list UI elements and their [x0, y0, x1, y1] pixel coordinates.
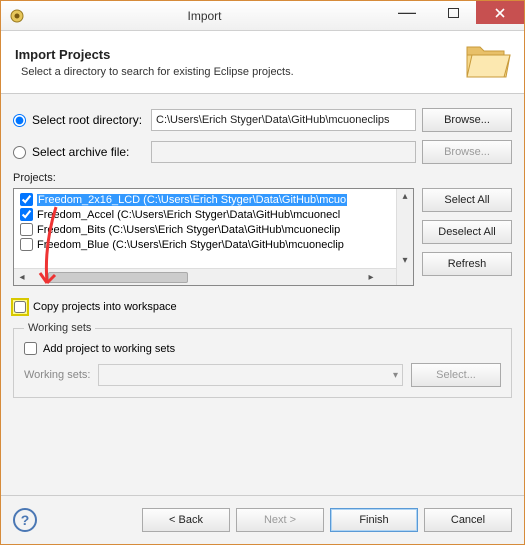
list-item-label: Freedom_Blue (C:\Users\Erich Styger\Data… — [37, 239, 344, 251]
working-sets-combo-label: Working sets: — [24, 369, 90, 381]
page-title: Import Projects — [15, 47, 464, 62]
deselect-all-button[interactable]: Deselect All — [422, 220, 512, 244]
projects-listbox[interactable]: Freedom_2x16_LCD (C:\Users\Erich Styger\… — [13, 188, 414, 286]
list-item-checkbox[interactable] — [20, 193, 33, 206]
projects-label: Projects: — [13, 172, 512, 184]
add-to-working-sets-checkbox[interactable] — [24, 342, 37, 355]
list-item[interactable]: Freedom_Bits (C:\Users\Erich Styger\Data… — [14, 222, 413, 237]
list-item[interactable]: Freedom_Blue (C:\Users\Erich Styger\Data… — [14, 237, 413, 252]
list-item[interactable]: Freedom_Accel (C:\Users\Erich Styger\Dat… — [14, 207, 413, 222]
select-all-button[interactable]: Select All — [422, 188, 512, 212]
copy-projects-label: Copy projects into workspace — [33, 301, 177, 313]
browse-archive-button: Browse... — [422, 140, 512, 164]
root-directory-radio[interactable]: Select root directory: — [13, 113, 145, 127]
list-item-label: Freedom_Bits (C:\Users\Erich Styger\Data… — [37, 224, 340, 236]
window-title: Import — [25, 9, 384, 23]
scroll-down-icon[interactable]: ▾ — [397, 253, 413, 268]
browse-root-button[interactable]: Browse... — [422, 108, 512, 132]
list-item-checkbox[interactable] — [20, 208, 33, 221]
scroll-thumb[interactable] — [48, 272, 188, 283]
scroll-up-icon[interactable]: ▴ — [397, 189, 413, 204]
archive-file-field — [151, 141, 416, 163]
chevron-down-icon: ▾ — [393, 370, 398, 381]
refresh-button[interactable]: Refresh — [422, 252, 512, 276]
content-area: Select root directory: Browse... Select … — [1, 94, 524, 495]
select-working-sets-button: Select... — [411, 363, 501, 387]
maximize-button[interactable] — [430, 1, 476, 24]
working-sets-legend: Working sets — [24, 322, 95, 334]
add-to-working-sets-label: Add project to working sets — [43, 343, 175, 355]
cancel-button[interactable]: Cancel — [424, 508, 512, 532]
archive-file-radio[interactable]: Select archive file: — [13, 145, 145, 159]
scroll-right-icon[interactable]: ▸ — [363, 270, 379, 285]
help-button[interactable]: ? — [13, 508, 37, 532]
wizard-header: Import Projects Select a directory to se… — [1, 31, 524, 94]
back-button[interactable]: < Back — [142, 508, 230, 532]
close-button[interactable] — [476, 1, 524, 24]
working-sets-combo: ▾ — [98, 364, 403, 386]
page-subtitle: Select a directory to search for existin… — [21, 66, 464, 78]
list-item[interactable]: Freedom_2x16_LCD (C:\Users\Erich Styger\… — [14, 192, 413, 207]
title-bar: Import — — [1, 1, 524, 31]
next-button: Next > — [236, 508, 324, 532]
scrollbar-vertical[interactable]: ▴ ▾ — [396, 189, 413, 285]
minimize-button[interactable]: — — [384, 1, 430, 24]
list-item-label: Freedom_2x16_LCD (C:\Users\Erich Styger\… — [37, 194, 347, 206]
copy-projects-checkbox[interactable] — [13, 300, 27, 314]
root-directory-field[interactable] — [151, 109, 416, 131]
scroll-left-icon[interactable]: ◂ — [14, 270, 30, 285]
wizard-footer: ? < Back Next > Finish Cancel — [1, 495, 524, 544]
app-icon — [9, 8, 25, 24]
list-item-label: Freedom_Accel (C:\Users\Erich Styger\Dat… — [37, 209, 340, 221]
working-sets-group: Working sets Add project to working sets… — [13, 322, 512, 398]
list-item-checkbox[interactable] — [20, 238, 33, 251]
finish-button[interactable]: Finish — [330, 508, 418, 532]
scrollbar-horizontal[interactable]: ◂ ▸ — [14, 268, 396, 285]
folder-open-icon — [464, 41, 512, 83]
list-item-checkbox[interactable] — [20, 223, 33, 236]
